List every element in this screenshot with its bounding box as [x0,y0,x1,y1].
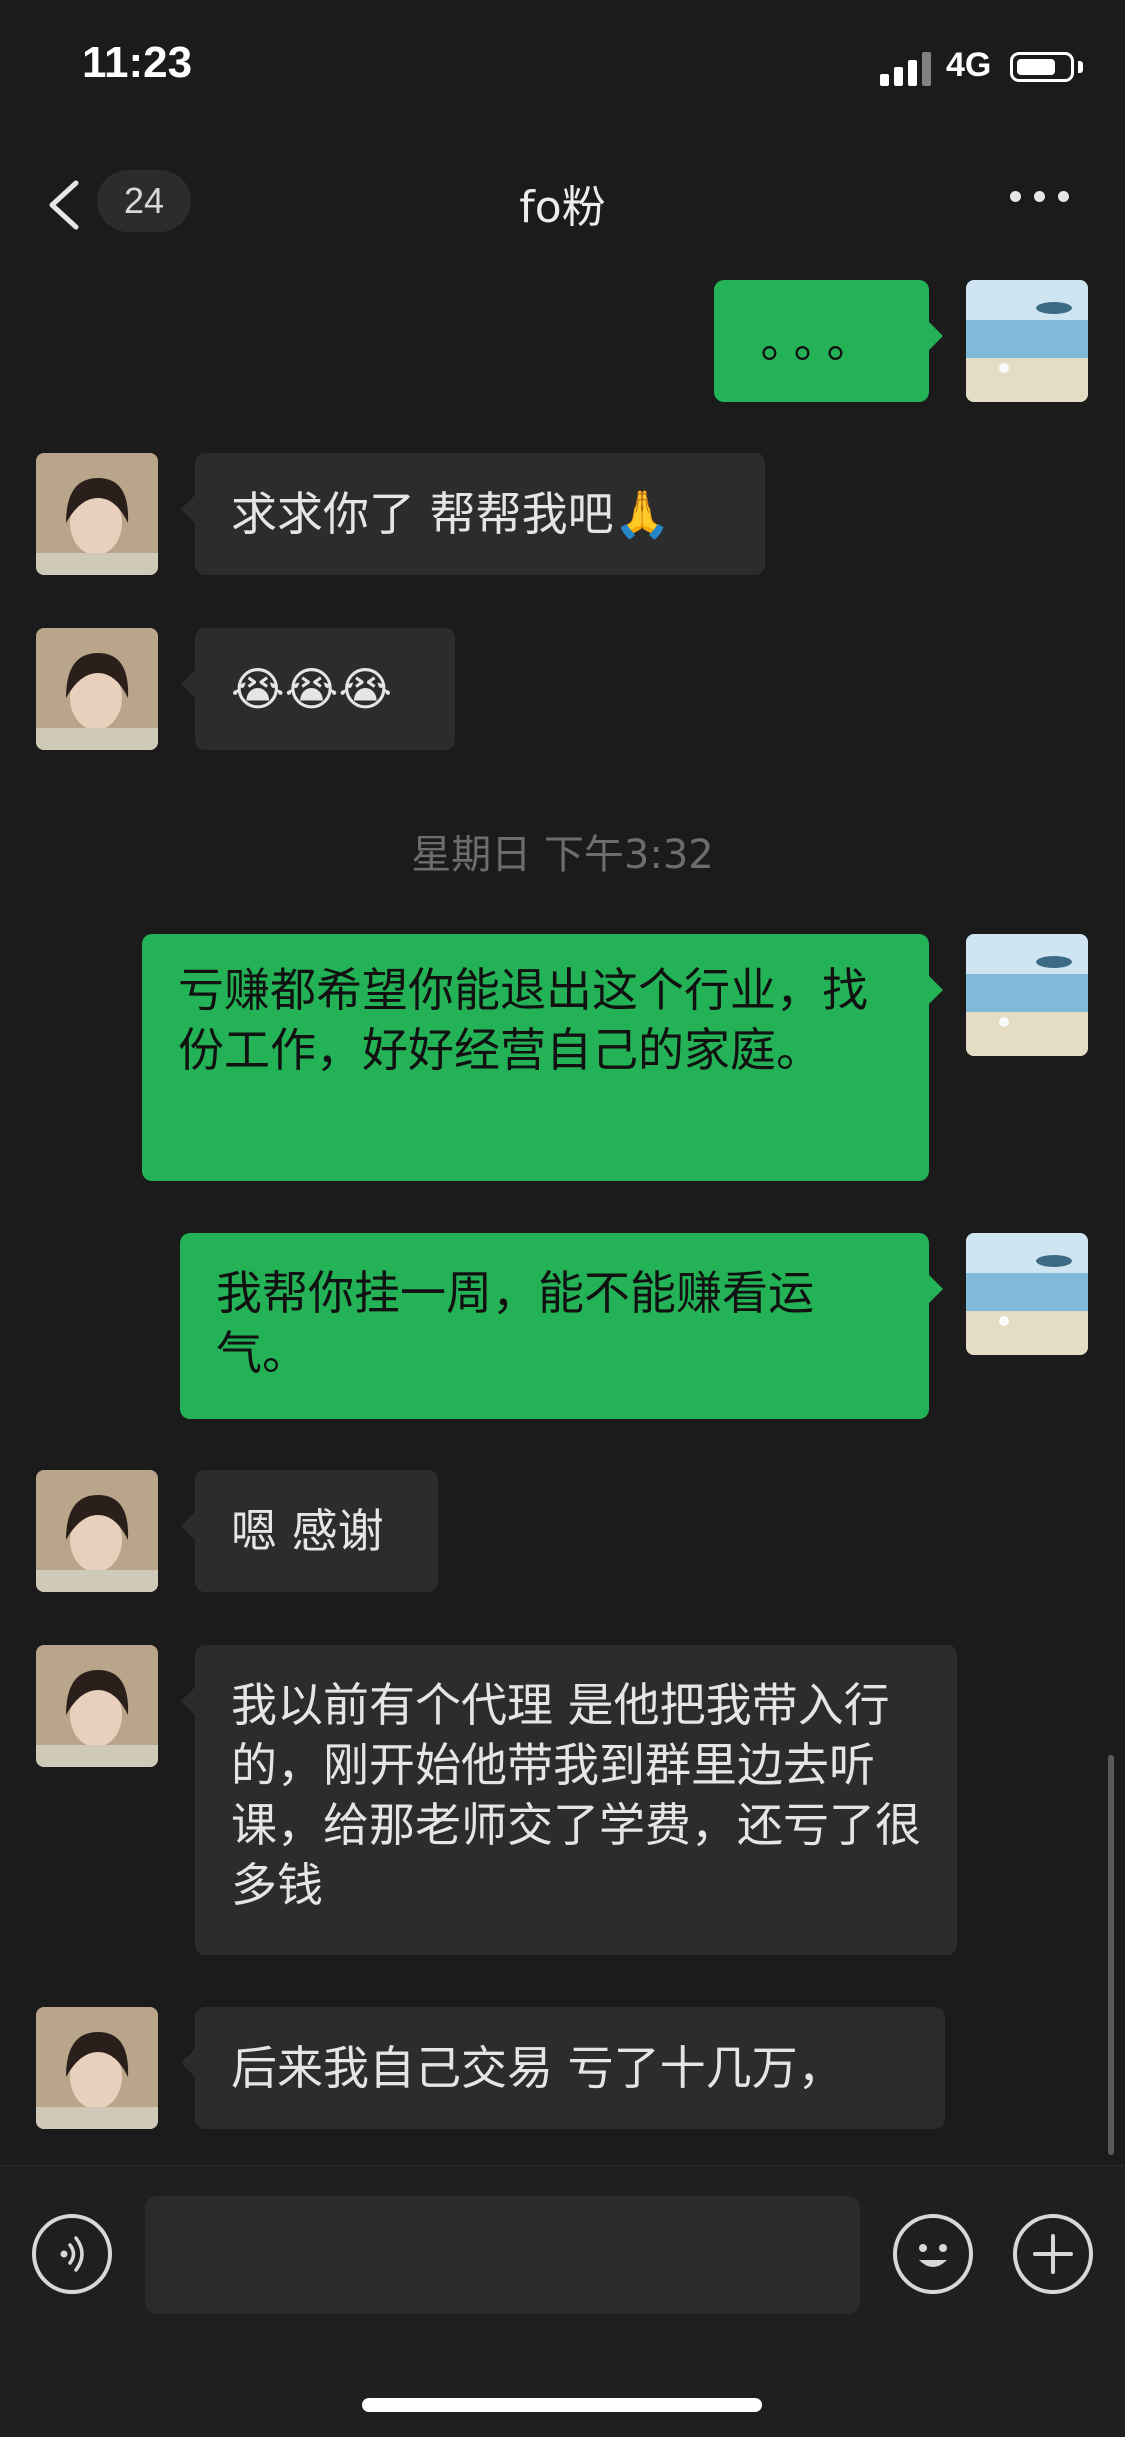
unread-count-badge[interactable]: 24 [97,170,191,232]
status-time: 11:23 [82,38,193,87]
contact-avatar[interactable] [36,2007,158,2129]
more-button[interactable] [1010,191,1070,203]
network-type: 4G [946,46,992,84]
chat-header: fo粉 24 [0,135,1125,265]
emoji-button[interactable] [893,2214,973,2294]
my-avatar[interactable] [966,1233,1088,1355]
contact-avatar[interactable] [36,628,158,750]
message-outgoing[interactable]: 亏赚都希望你能退出这个行业，找份工作，好好经营自己的家庭。 [142,934,943,1181]
chevron-left-icon [49,180,79,230]
battery-tip [1078,61,1083,73]
message-incoming[interactable]: 我以前有个代理 是他把我带入行的，刚开始他带我到群里边去听课，给那老师交了学费，… [181,1645,957,1955]
whale-seascape-avatar [966,934,1088,1056]
message-incoming[interactable]: 后来我自己交易 亏了十几万， [181,2007,945,2129]
signal-icon [880,52,934,86]
message-text: 我以前有个代理 是他把我带入行的，刚开始他带我到群里边去听课，给那老师交了学费，… [231,1678,921,1912]
more-dots-icon [1010,191,1021,202]
battery-icon [1010,52,1074,82]
input-toolbar [0,2165,1125,2437]
contact-photo [36,1470,158,1592]
message-text: 。。。 [760,314,883,368]
my-avatar[interactable] [966,934,1088,1056]
message-text: 后来我自己交易 亏了十几万， [231,2041,844,2095]
add-button[interactable] [1013,2214,1093,2294]
message-text: 我帮你挂一周，能不能赚看运气。 [216,1266,814,1380]
message-outgoing[interactable]: 我帮你挂一周，能不能赚看运气。 [180,1233,943,1419]
message-text: 😭😭😭 [231,662,393,716]
message-timestamp: 星期日 下午3:32 [411,832,714,878]
message-incoming[interactable]: 😭😭😭 [181,628,455,750]
message-text: 嗯 感谢 [231,1504,384,1558]
message-incoming[interactable]: 求求你了 帮帮我吧🙏 [181,453,765,575]
contact-photo [36,2007,158,2129]
plus-icon [1033,2234,1073,2274]
voice-button[interactable] [32,2214,112,2294]
whale-seascape-avatar [966,1233,1088,1355]
back-button[interactable] [40,175,90,235]
contact-avatar[interactable] [36,453,158,575]
scrollbar[interactable] [1108,1755,1114,2155]
my-avatar[interactable] [966,280,1088,402]
emoji-icon [919,2244,947,2267]
contact-avatar[interactable] [36,1645,158,1767]
message-outgoing[interactable]: 。。。 [714,280,943,402]
contact-avatar[interactable] [36,1470,158,1592]
contact-photo [36,628,158,750]
voice-icon [60,2236,84,2272]
contact-photo [36,453,158,575]
status-bar: 11:23 4G [0,0,1125,135]
home-indicator[interactable] [362,2398,762,2412]
message-input[interactable] [145,2196,860,2314]
contact-photo [36,1645,158,1767]
message-text: 亏赚都希望你能退出这个行业，找份工作，好好经营自己的家庭。 [178,963,868,1077]
whale-seascape-avatar [966,280,1088,402]
message-incoming[interactable]: 嗯 感谢 [181,1470,438,1592]
message-text: 求求你了 帮帮我吧🙏 [231,487,671,541]
